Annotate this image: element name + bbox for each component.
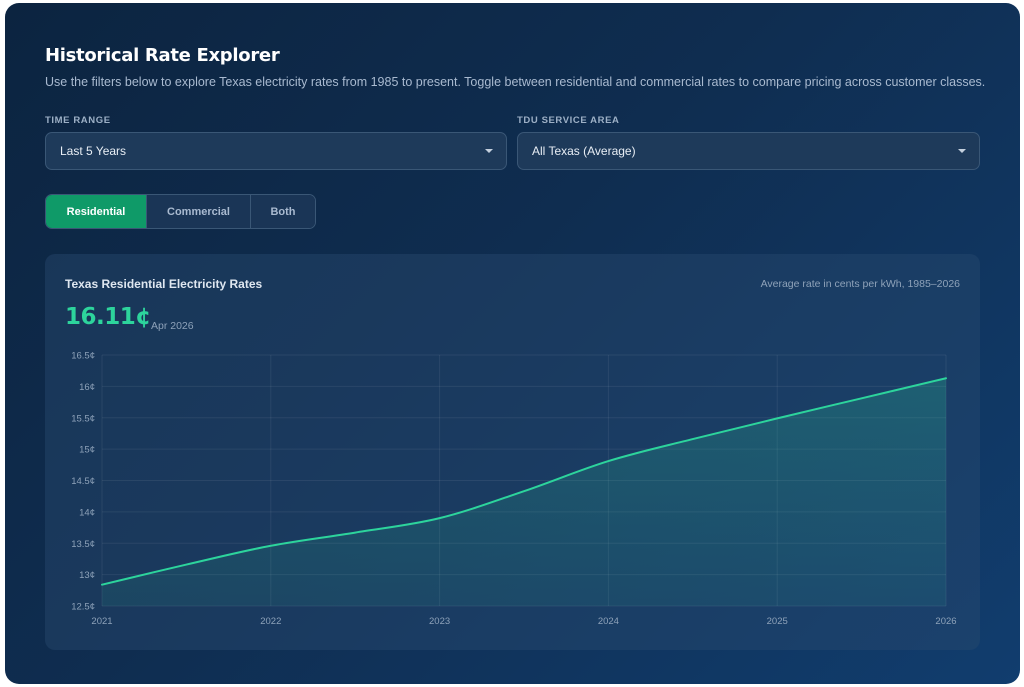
x-tick-label: 2022	[260, 616, 281, 627]
time-range-value: Last 5 Years	[60, 144, 127, 158]
y-tick-label: 13.5¢	[71, 539, 95, 550]
y-tick-label: 14¢	[79, 507, 95, 518]
x-tick-label: 2025	[767, 616, 788, 627]
y-tick-label: 12.5¢	[71, 602, 95, 613]
rate-chart: 12.5¢ 13¢ 13.5¢ 14¢ 14.5¢ 15¢ 15.5¢ 16¢ 16.5¢ 202…	[71, 351, 956, 628]
x-tick-label: 2023	[429, 616, 450, 627]
toggle-commercial[interactable]: Commercial	[147, 195, 251, 228]
tdu-area-label: TDU SERVICE AREA	[517, 115, 620, 126]
caret-down-icon	[485, 149, 493, 153]
x-tick-label: 2024	[598, 616, 619, 627]
tdu-area-value: All Texas (Average)	[532, 144, 636, 158]
rate-class-toggle: Residential Commercial Both	[45, 194, 316, 229]
x-tick-label: 2021	[91, 616, 112, 627]
y-tick-label: 13¢	[79, 570, 95, 581]
tdu-area-select[interactable]: All Texas (Average)	[517, 132, 980, 170]
x-tick-label: 2026	[935, 616, 956, 627]
rate-explorer-panel: Historical Rate Explorer Use the filters…	[5, 3, 1020, 684]
chart-card: Texas Residential Electricity Rates Aver…	[45, 254, 980, 650]
y-tick-label: 15.5¢	[71, 413, 95, 424]
y-tick-label: 14.5¢	[71, 476, 95, 487]
y-tick-label: 16.5¢	[71, 351, 95, 362]
toggle-residential[interactable]: Residential	[46, 195, 147, 228]
toggle-both[interactable]: Both	[251, 195, 315, 228]
y-tick-label: 15¢	[79, 445, 95, 456]
y-tick-label: 16¢	[79, 382, 95, 393]
time-range-select[interactable]: Last 5 Years	[45, 132, 507, 170]
page-description: Use the filters below to explore Texas e…	[45, 75, 986, 89]
time-range-label: TIME RANGE	[45, 115, 111, 126]
page-title: Historical Rate Explorer	[45, 45, 280, 66]
caret-down-icon	[958, 149, 966, 153]
